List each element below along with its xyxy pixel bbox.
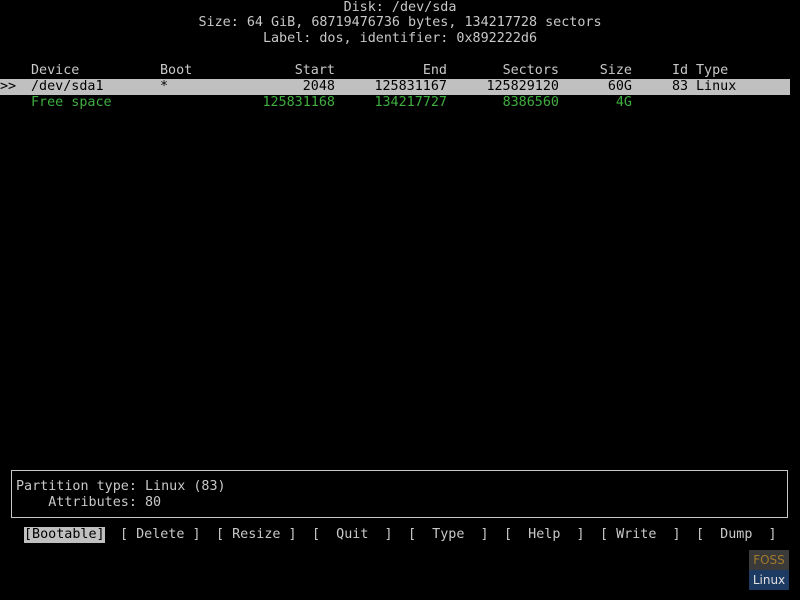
column-header-sectors: Sectors — [502, 63, 559, 78]
column-header-boot: Boot — [160, 63, 193, 78]
dump-button[interactable]: [ Dump ] — [696, 527, 777, 543]
foss-linux-logo: FOSS Linux — [749, 550, 789, 590]
cell-sectors: 125829120 — [486, 79, 559, 94]
command-menu: [Bootable] [ Delete ] [ Resize ] [ Quit … — [0, 527, 800, 543]
disk-size-info: Size: 64 GiB, 68719476736 bytes, 1342177… — [198, 15, 602, 30]
type-button[interactable]: [ Type ] — [408, 527, 489, 543]
cell-end: 125831167 — [374, 79, 447, 94]
cell-type: Linux — [696, 79, 737, 94]
cell-end: 134217727 — [374, 95, 447, 110]
cell-size: 60G — [607, 79, 632, 94]
partition-info-box: Partition type: Linux (83) Attributes: 8… — [11, 470, 788, 518]
resize-button[interactable]: [ Resize ] — [216, 527, 297, 543]
table-row-selected[interactable]: >> /dev/sda1 * 2048 125831167 125829120 … — [0, 79, 790, 95]
logo-top-text: FOSS — [749, 550, 789, 570]
cell-start: 2048 — [302, 79, 335, 94]
cell-id: 83 — [672, 79, 689, 94]
cell-boot-flag: * — [160, 79, 169, 94]
logo-bottom-text: Linux — [749, 570, 789, 590]
cell-start: 125831168 — [262, 95, 335, 110]
column-header-end: End — [422, 63, 447, 78]
cell-sectors: 8386560 — [502, 95, 559, 110]
disk-label-info: Label: dos, identifier: 0x892222d6 — [262, 31, 538, 46]
column-header-device: Device — [31, 63, 80, 78]
partition-type-info: Partition type: Linux (83) — [16, 479, 226, 494]
column-header-type: Type — [696, 63, 729, 78]
cell-size: 4G — [615, 95, 632, 110]
bootable-button[interactable]: [Bootable] — [24, 527, 105, 543]
partition-attributes-info: Attributes: 80 — [16, 495, 162, 510]
column-header-size: Size — [599, 63, 632, 78]
cell-device: Free space — [31, 95, 112, 110]
disk-title: Disk: /dev/sda — [343, 0, 457, 15]
table-header: Device Boot Start End Sectors Size Id Ty… — [0, 63, 800, 79]
write-button[interactable]: [ Write ] — [600, 527, 681, 543]
quit-button[interactable]: [ Quit ] — [312, 527, 393, 543]
row-selection-marker: >> — [0, 79, 17, 94]
cell-device: /dev/sda1 — [31, 79, 104, 94]
table-row-free-space[interactable]: Free space 125831168 134217727 8386560 4… — [0, 95, 800, 111]
column-header-start: Start — [294, 63, 335, 78]
delete-button[interactable]: [ Delete ] — [120, 527, 201, 543]
column-header-id: Id — [672, 63, 689, 78]
help-button[interactable]: [ Help ] — [504, 527, 585, 543]
